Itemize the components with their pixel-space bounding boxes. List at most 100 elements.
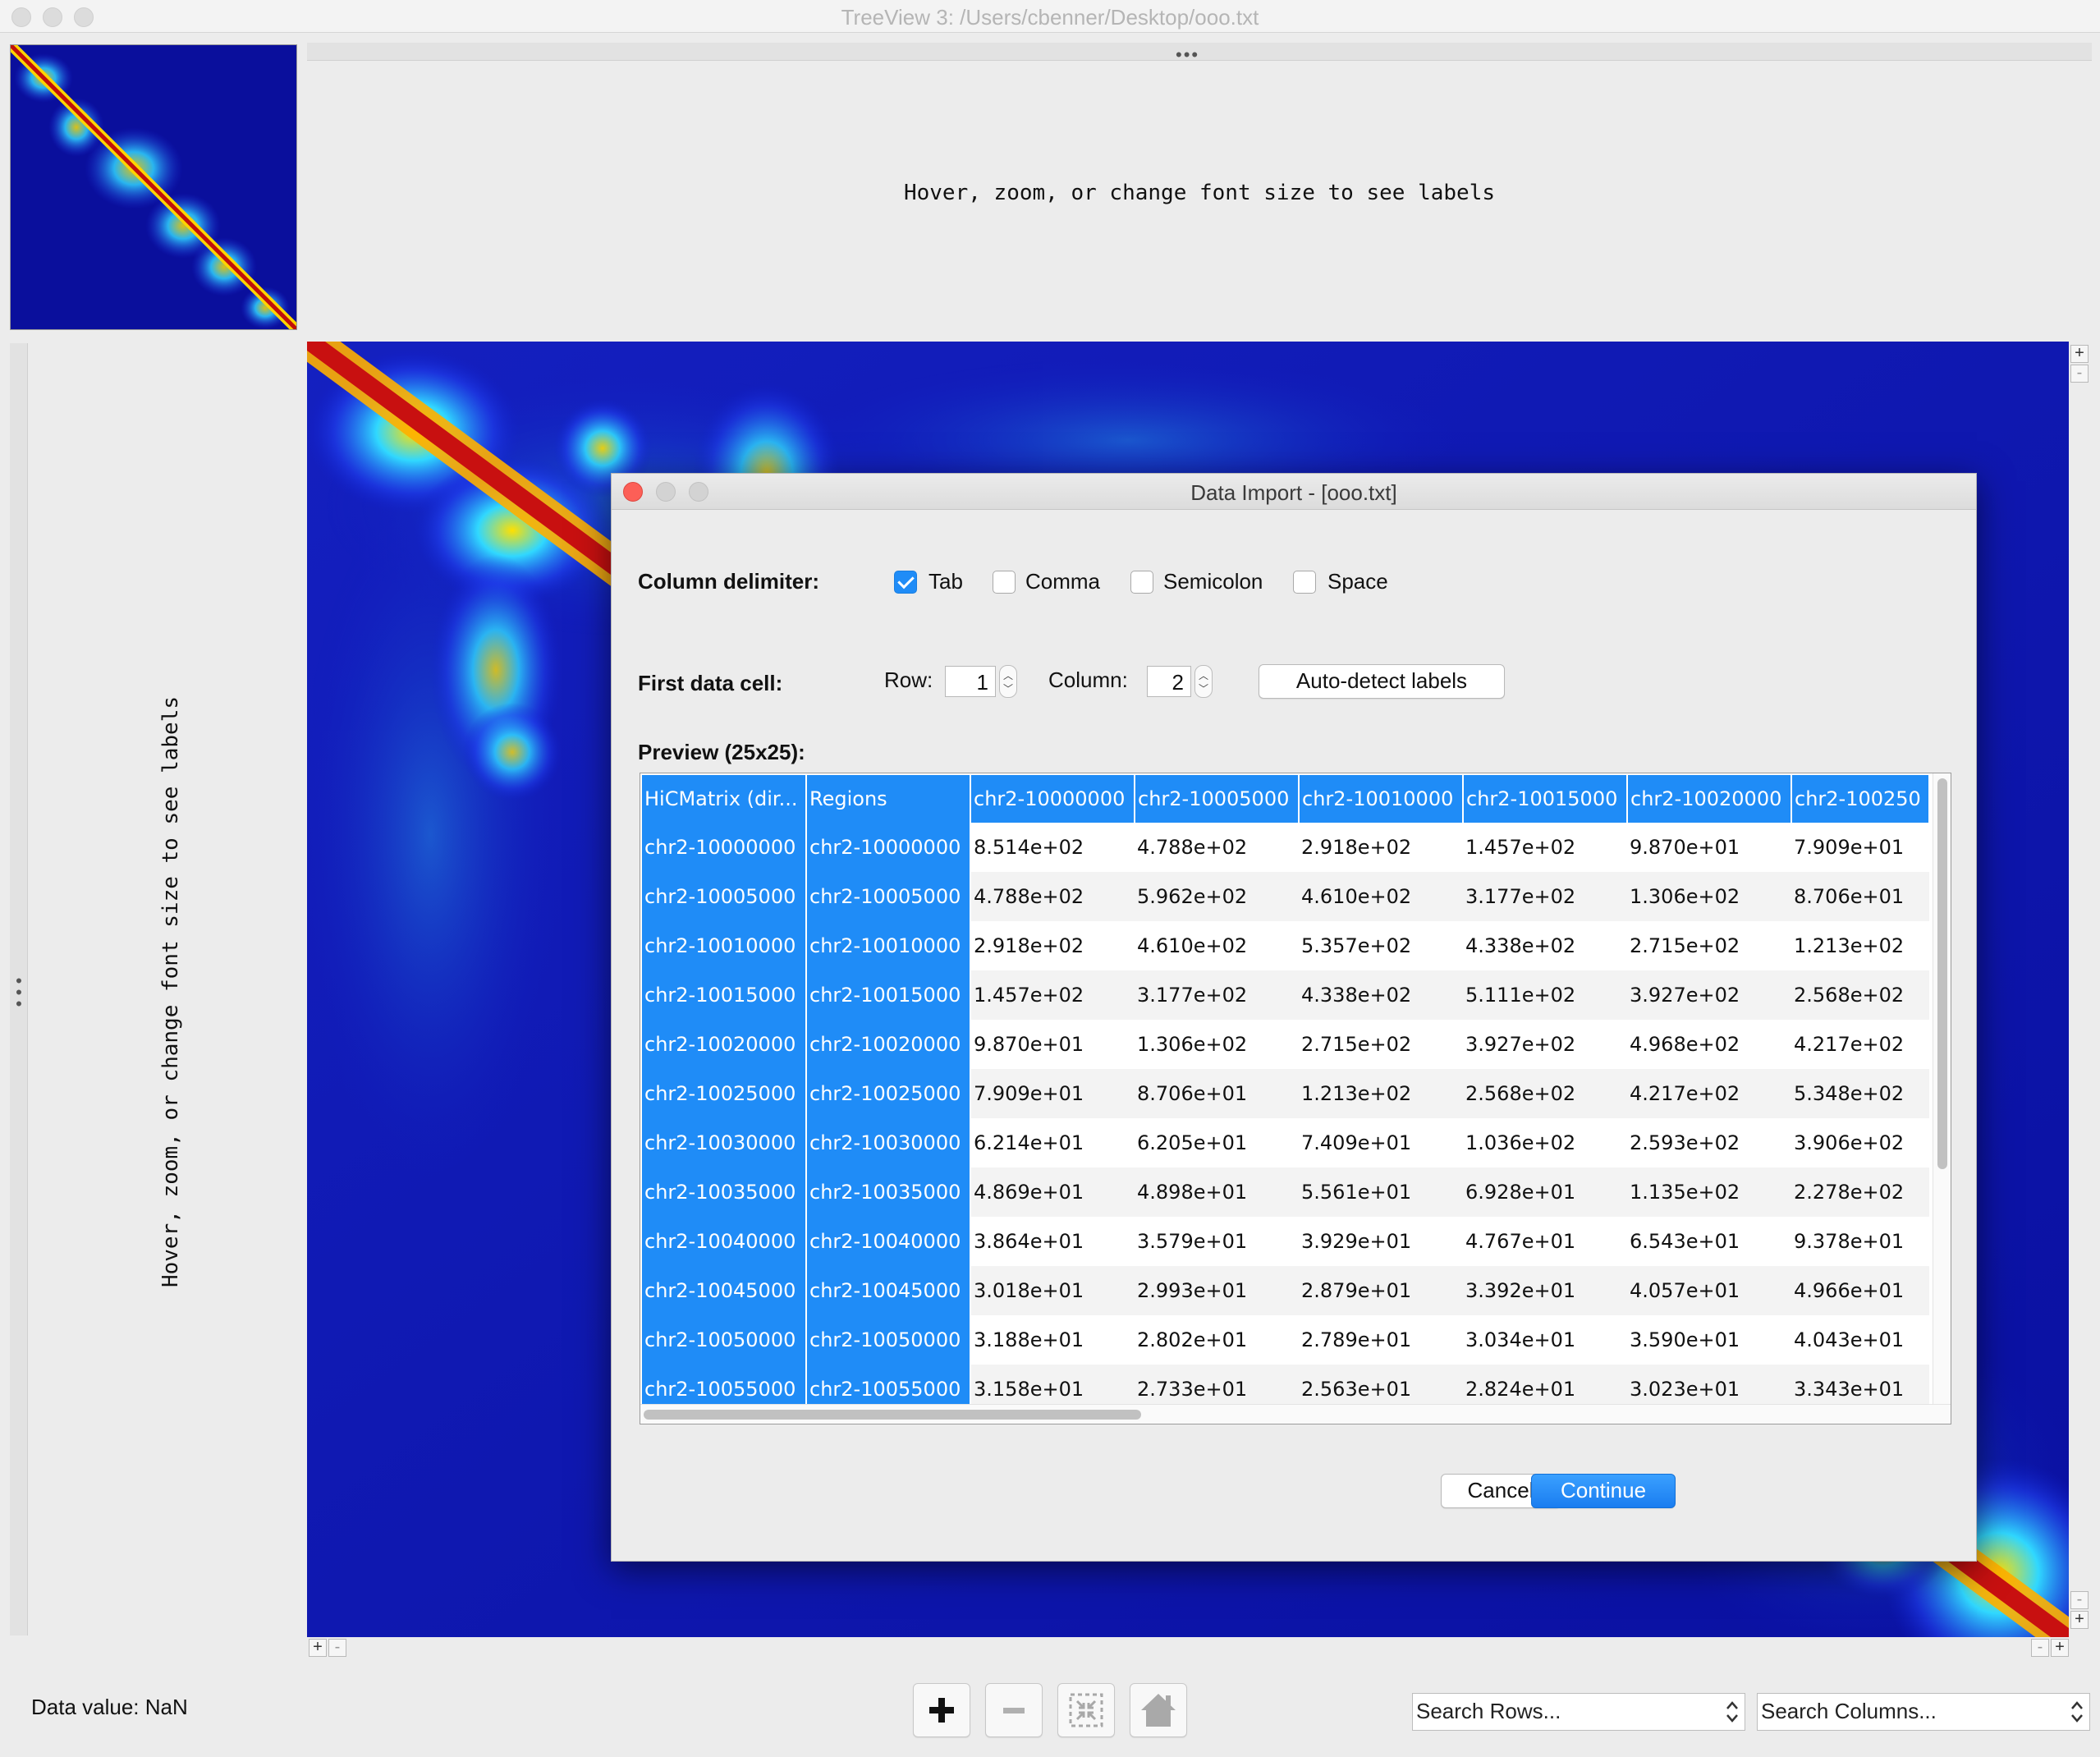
preview-value-cell[interactable]: 3.929e+01 (1299, 1217, 1463, 1266)
preview-label-cell[interactable]: chr2-10020000 (642, 1020, 807, 1069)
column-labels-scrollbar[interactable]: ••• (307, 43, 2092, 65)
resize-grip-icon[interactable]: ••• (1176, 44, 1199, 66)
preview-value-cell[interactable]: 4.966e+01 (1791, 1266, 1929, 1315)
preview-label-cell[interactable]: chr2-10045000 (806, 1266, 971, 1315)
preview-value-cell[interactable]: 4.869e+01 (970, 1168, 1135, 1217)
preview-value-cell[interactable]: 4.788e+02 (970, 872, 1135, 921)
preview-value-cell[interactable]: 5.561e+01 (1299, 1168, 1463, 1217)
preview-label-cell[interactable]: chr2-10005000 (806, 872, 971, 921)
preview-value-cell[interactable]: 3.927e+02 (1463, 1020, 1627, 1069)
preview-value-cell[interactable]: 2.568e+02 (1791, 970, 1929, 1020)
vertical-zoom-out-button[interactable]: - (2070, 365, 2089, 383)
heatmap-vertical-scrollbar[interactable]: + - - + (2069, 342, 2092, 1637)
stepper-icon[interactable] (1723, 1697, 1741, 1727)
preview-label-cell[interactable]: chr2-10015000 (806, 970, 971, 1020)
preview-value-cell[interactable]: 2.593e+02 (1627, 1118, 1791, 1168)
preview-value-cell[interactable]: 1.457e+02 (1463, 823, 1627, 872)
preview-vertical-scrollbar[interactable] (1933, 773, 1951, 1424)
first-row-stepper[interactable]: ︿ ﹀ (999, 665, 1017, 698)
stepper-icon[interactable] (2068, 1697, 2086, 1727)
first-column-field[interactable]: 2 (1147, 666, 1191, 697)
preview-value-cell[interactable]: 4.788e+02 (1135, 823, 1299, 872)
preview-value-cell[interactable]: 6.214e+01 (970, 1118, 1135, 1168)
preview-value-cell[interactable]: 8.706e+01 (1791, 872, 1929, 921)
horizontal-zoom-out-button[interactable]: - (328, 1639, 346, 1657)
preview-value-cell[interactable]: 3.177e+02 (1463, 872, 1627, 921)
preview-value-cell[interactable]: 5.348e+02 (1791, 1069, 1929, 1118)
preview-value-cell[interactable]: 9.378e+01 (1791, 1217, 1929, 1266)
preview-value-cell[interactable]: 2.879e+01 (1299, 1266, 1463, 1315)
preview-value-cell[interactable]: 4.338e+02 (1463, 921, 1627, 970)
continue-button[interactable]: Continue (1531, 1474, 1676, 1508)
row-labels-scrollbar[interactable]: • • • (10, 343, 28, 1635)
preview-horizontal-scrollbar[interactable] (640, 1404, 1951, 1424)
preview-value-cell[interactable]: 6.205e+01 (1135, 1118, 1299, 1168)
preview-value-cell[interactable]: 3.392e+01 (1463, 1266, 1627, 1315)
preview-vertical-scroll-thumb[interactable] (1937, 778, 1947, 1169)
preview-value-cell[interactable]: 7.909e+01 (1791, 823, 1929, 872)
preview-value-cell[interactable]: 5.111e+02 (1463, 970, 1627, 1020)
preview-value-cell[interactable]: 4.217e+02 (1627, 1069, 1791, 1118)
preview-label-cell[interactable]: chr2-10050000 (806, 1315, 971, 1365)
preview-header-cell[interactable]: chr2-10005000 (1135, 775, 1300, 823)
preview-value-cell[interactable]: 3.018e+01 (970, 1266, 1135, 1315)
preview-header-cell[interactable]: chr2-10015000 (1463, 775, 1628, 823)
preview-value-cell[interactable]: 6.543e+01 (1627, 1217, 1791, 1266)
preview-label-cell[interactable]: chr2-10000000 (806, 823, 971, 872)
horizontal-zoom-in-right-button[interactable]: + (2051, 1639, 2069, 1657)
preview-label-cell[interactable]: chr2-10020000 (806, 1020, 971, 1069)
preview-value-cell[interactable]: 1.457e+02 (970, 970, 1135, 1020)
zoom-in-button[interactable] (913, 1683, 970, 1737)
preview-value-cell[interactable]: 1.306e+02 (1135, 1020, 1299, 1069)
preview-header-cell[interactable]: chr2-10010000 (1299, 775, 1464, 823)
preview-value-cell[interactable]: 5.962e+02 (1135, 872, 1299, 921)
preview-value-cell[interactable]: 2.993e+01 (1135, 1266, 1299, 1315)
zoom-out-button[interactable] (985, 1683, 1043, 1737)
preview-header-cell[interactable]: chr2-10020000 (1627, 775, 1792, 823)
preview-header-cell[interactable]: HiCMatrix (dir... (642, 775, 807, 823)
preview-value-cell[interactable]: 3.927e+02 (1627, 970, 1791, 1020)
fit-screen-button[interactable] (1057, 1683, 1115, 1737)
preview-label-cell[interactable]: chr2-10025000 (642, 1069, 807, 1118)
first-column-stepper[interactable]: ︿ ﹀ (1194, 665, 1213, 698)
first-row-field[interactable]: 1 (945, 666, 996, 697)
horizontal-zoom-in-button[interactable]: + (309, 1639, 327, 1657)
home-button[interactable] (1130, 1683, 1187, 1737)
preview-value-cell[interactable]: 1.036e+02 (1463, 1118, 1627, 1168)
preview-value-cell[interactable]: 3.864e+01 (970, 1217, 1135, 1266)
preview-value-cell[interactable]: 1.213e+02 (1299, 1069, 1463, 1118)
tab-checkbox[interactable] (894, 571, 917, 594)
preview-value-cell[interactable]: 4.767e+01 (1463, 1217, 1627, 1266)
preview-value-cell[interactable]: 4.043e+01 (1791, 1315, 1929, 1365)
preview-label-cell[interactable]: chr2-10010000 (806, 921, 971, 970)
preview-value-cell[interactable]: 5.357e+02 (1299, 921, 1463, 970)
vertical-zoom-in-button[interactable]: + (2070, 345, 2089, 363)
preview-label-cell[interactable]: chr2-10030000 (642, 1118, 807, 1168)
preview-value-cell[interactable]: 3.906e+02 (1791, 1118, 1929, 1168)
heatmap-horizontal-scrollbar[interactable]: + - - + (307, 1637, 2092, 1658)
preview-value-cell[interactable]: 6.928e+01 (1463, 1168, 1627, 1217)
preview-value-cell[interactable]: 4.610e+02 (1135, 921, 1299, 970)
preview-value-cell[interactable]: 4.898e+01 (1135, 1168, 1299, 1217)
preview-label-cell[interactable]: chr2-10050000 (642, 1315, 807, 1365)
preview-value-cell[interactable]: 2.278e+02 (1791, 1168, 1929, 1217)
preview-value-cell[interactable]: 1.306e+02 (1627, 872, 1791, 921)
preview-value-cell[interactable]: 7.909e+01 (970, 1069, 1135, 1118)
search-columns-field[interactable]: Search Columns... (1757, 1693, 2090, 1731)
preview-value-cell[interactable]: 7.409e+01 (1299, 1118, 1463, 1168)
preview-label-cell[interactable]: chr2-10035000 (642, 1168, 807, 1217)
preview-label-cell[interactable]: chr2-10015000 (642, 970, 807, 1020)
preview-value-cell[interactable]: 2.802e+01 (1135, 1315, 1299, 1365)
preview-value-cell[interactable]: 1.213e+02 (1791, 921, 1929, 970)
preview-label-cell[interactable]: chr2-10005000 (642, 872, 807, 921)
space-checkbox[interactable] (1293, 571, 1316, 594)
preview-table-panel[interactable]: HiCMatrix (dir... Regions chr2-10000000 chr… (640, 773, 1951, 1424)
semicolon-checkbox[interactable] (1130, 571, 1153, 594)
preview-value-cell[interactable]: 1.135e+02 (1627, 1168, 1791, 1217)
preview-label-cell[interactable]: chr2-10000000 (642, 823, 807, 872)
preview-value-cell[interactable]: 2.715e+02 (1299, 1020, 1463, 1069)
preview-value-cell[interactable]: 9.870e+01 (1627, 823, 1791, 872)
resize-grip-icon[interactable]: ••• (11, 972, 26, 1013)
tab-checkbox-label[interactable]: Tab (928, 569, 963, 594)
preview-value-cell[interactable]: 2.568e+02 (1463, 1069, 1627, 1118)
